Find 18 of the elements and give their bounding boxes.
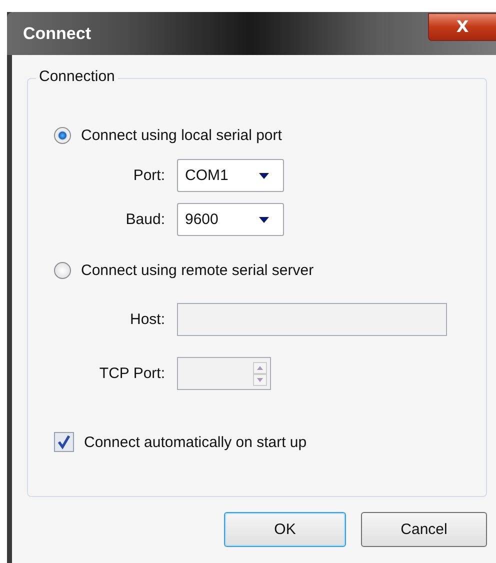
- dropdown[interactable]: 9600: [177, 203, 284, 236]
- radio-label: Connect using remote serial server: [81, 262, 314, 278]
- field-label: Port:: [132, 167, 166, 184]
- window-title: Connect: [23, 24, 91, 44]
- dialog-button[interactable]: Cancel: [361, 512, 487, 547]
- field-label: Baud:: [124, 211, 166, 228]
- radio-button[interactable]: [54, 262, 71, 278]
- dropdown[interactable]: COM1: [177, 159, 284, 192]
- caret-icon: [259, 172, 269, 178]
- caret-icon: [259, 216, 269, 222]
- checkbox-label: Connect automatically on start up: [84, 434, 307, 450]
- field-label: TCP Port:: [98, 365, 166, 382]
- field-label: Host:: [128, 311, 166, 328]
- radio-label: Connect using local serial port: [81, 126, 282, 144]
- radio-button[interactable]: [54, 126, 71, 144]
- dialog-button[interactable]: OK: [224, 512, 346, 547]
- checkbox[interactable]: [54, 432, 74, 452]
- close-button[interactable]: X: [428, 12, 496, 40]
